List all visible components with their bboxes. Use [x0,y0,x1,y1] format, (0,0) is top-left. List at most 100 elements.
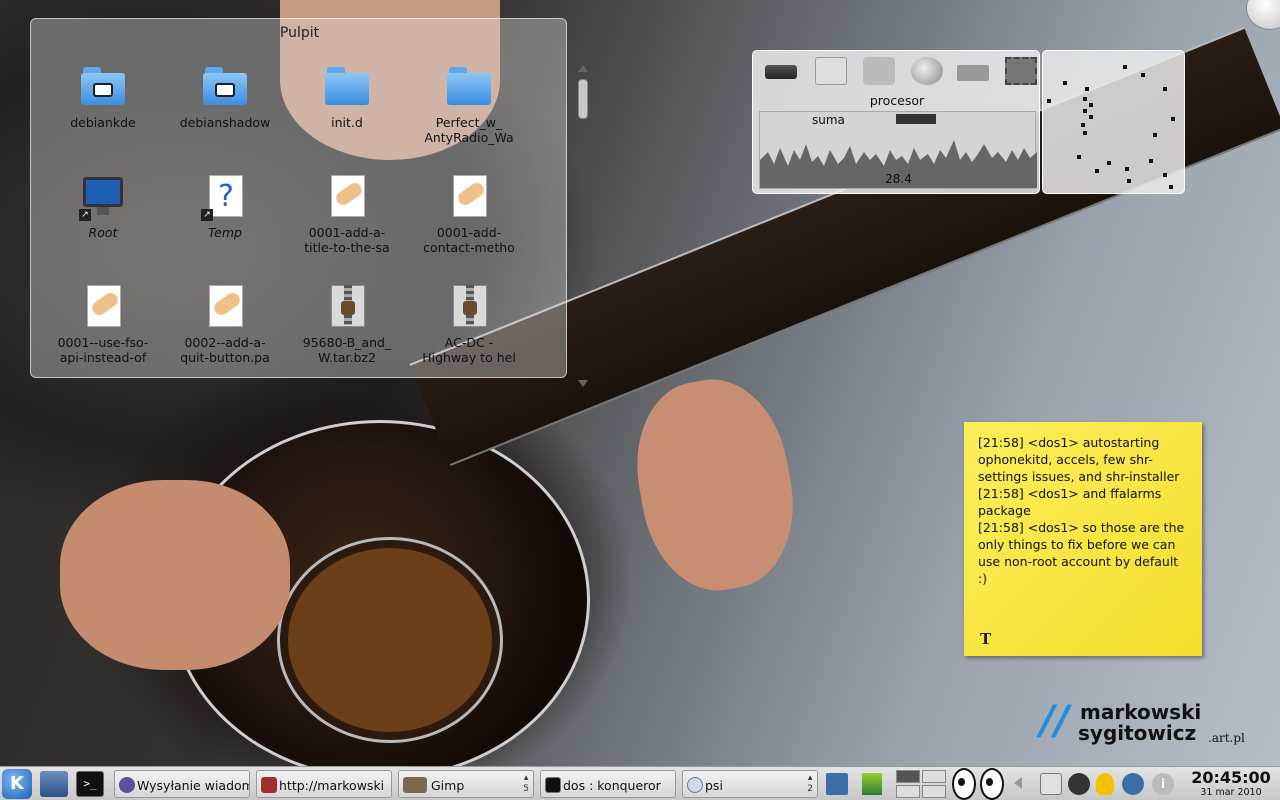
psi-chat-icon [119,777,135,793]
chat-bubble-icon [687,777,703,793]
task-button[interactable]: psi ▴ 2 [682,770,818,798]
network-icon[interactable] [863,57,895,85]
wallpaper-watermark: // markowski sygitowicz .art.pl [1040,700,1270,750]
life-cell [1077,155,1081,159]
battery-icon[interactable] [862,773,882,795]
note-format-button[interactable]: T [980,630,991,648]
clock-date[interactable]: 31 mar 2010 [1186,787,1276,798]
desktop-item-label-line2: W.tar.bz2 [318,350,376,365]
scroll-thumb[interactable] [578,79,588,119]
life-cell [1047,99,1051,103]
cpu-graph-series-label: suma [812,113,845,127]
globe-icon[interactable] [911,57,943,85]
pager-desktop-4[interactable] [922,785,946,798]
pager-desktop-2[interactable] [922,770,946,783]
life-cell [1141,73,1145,77]
cpu-chip-icon[interactable] [1005,57,1037,85]
task-button[interactable]: Gimp ▴ 5 [398,770,534,798]
update-notifier-icon[interactable] [1122,773,1144,795]
life-cell [1107,161,1111,165]
folder-icon [201,63,249,111]
desktop-item-patch-fso[interactable]: 0001--use-fso- api-instead-of [53,283,153,383]
life-game-widget [1042,50,1185,194]
archive-icon [323,283,371,331]
sticky-note-widget[interactable]: [21:58] <dos1> autostarting ophonekitd, … [964,422,1202,656]
life-cell [1163,87,1167,91]
desktop-item-label-line2: Highway to hel [422,350,516,365]
wallpaper-guitar-soundhole [280,540,500,740]
kopete-icon[interactable] [1068,773,1090,795]
scroll-up-icon[interactable] [578,65,588,72]
desktop-item-initd[interactable]: init.d [297,63,397,163]
terminal-launcher-icon[interactable]: >_ [76,771,104,797]
desktop-item-debiankde[interactable]: debiankde [53,63,153,163]
archive-icon [445,283,493,331]
life-cell [1085,87,1089,91]
task-label: Wysyłanie wiadom [137,778,250,793]
desktop-item-patch-contact[interactable]: 0001-add- contact-metho [419,173,519,273]
life-cell [1169,185,1173,189]
task-button[interactable]: dos : konqueror [540,770,676,798]
task-label: Gimp [431,778,465,793]
scroll-down-icon[interactable] [578,380,588,387]
desktop-pager[interactable] [896,770,948,798]
desktop-item-patch-quit[interactable]: 0002--add-a- quit-button.pa [175,283,275,383]
desktop-item-debianshadow[interactable]: debianshadow [175,63,275,163]
life-cell [1089,115,1093,119]
system-monitor-title: procesor [869,93,925,108]
desktop-item-root[interactable]: ↗ Root [53,173,153,273]
life-cell [1063,81,1067,85]
folder-view-scrollbar[interactable] [576,65,590,391]
desktop-item-label: 0001--use-fso- [57,335,149,350]
desktop-item-label: debianshadow [179,115,271,130]
desktop-item-label: debiankde [70,115,136,130]
life-cell [1095,169,1099,173]
clock-time[interactable]: 20:45:00 [1186,768,1276,787]
desktop-item-label-line2: title-to-the-sa [304,240,390,255]
life-cell [1083,97,1087,101]
watermark-line2: sygitowicz [1078,721,1197,745]
network-manager-icon[interactable] [826,773,848,795]
desktop-item-label: Root [88,225,118,240]
pager-desktop-3[interactable] [896,785,920,798]
desktop-item-perfect[interactable]: Perfect_w_ AntyRadio_Wa [419,63,519,163]
desktop-item-temp[interactable]: ? ↗ Temp [175,173,275,273]
pager-desktop-1[interactable] [896,770,920,783]
desktop-item-label: init.d [331,115,363,130]
task-button[interactable]: Wysyłanie wiadom [114,770,250,798]
network-card-icon[interactable] [957,65,989,81]
patch-file-icon [323,173,371,221]
volume-icon[interactable] [1040,773,1062,795]
desktop-item-label: Temp [208,225,242,240]
computer-icon: ↗ [79,173,127,221]
hard-disk-icon[interactable] [765,65,797,79]
desktop-item-archive-acdc[interactable]: AC-DC - Highway to hel [419,283,519,383]
show-desktop-icon[interactable] [40,771,68,797]
lightbulb-icon[interactable] [1096,773,1114,795]
desktop-item-label-line2: AntyRadio_Wa [424,130,514,145]
folder-icon [79,63,127,111]
desktop-item-label: Perfect_w_ [435,115,503,130]
life-cell [1153,133,1157,137]
patch-file-icon [445,173,493,221]
kde-menu-button[interactable]: K [2,769,32,799]
info-icon[interactable]: i [1152,773,1174,795]
task-button[interactable]: http://markowski [256,770,392,798]
life-cell [1125,167,1129,171]
eyes-applet [952,768,1006,800]
desktop-item-patch-title[interactable]: 0001-add-a- title-to-the-sa [297,173,397,273]
system-monitor-applet-bar [761,57,1037,87]
life-cell [1083,109,1087,113]
desktop-item-label-line2: api-instead-of [59,350,147,365]
eye-icon [980,768,1004,800]
desktop-item-label-line2: contact-metho [423,240,515,255]
tray-expand-icon[interactable] [1014,777,1022,789]
note-text[interactable]: [21:58] <dos1> autostarting ophonekitd, … [978,434,1194,587]
desktop-toolbox-button[interactable] [1246,0,1280,30]
disk-drive-icon[interactable] [815,57,847,85]
folder-view-grid: debiankde debianshadow init.d Perfect_w_… [53,63,543,373]
desktop-item-label: 0002--add-a- [184,335,266,350]
desktop-item-label-line2: quit-button.pa [180,350,270,365]
desktop-item-archive-95680[interactable]: 95680-B_and_ W.tar.bz2 [297,283,397,383]
patch-file-icon [79,283,127,331]
